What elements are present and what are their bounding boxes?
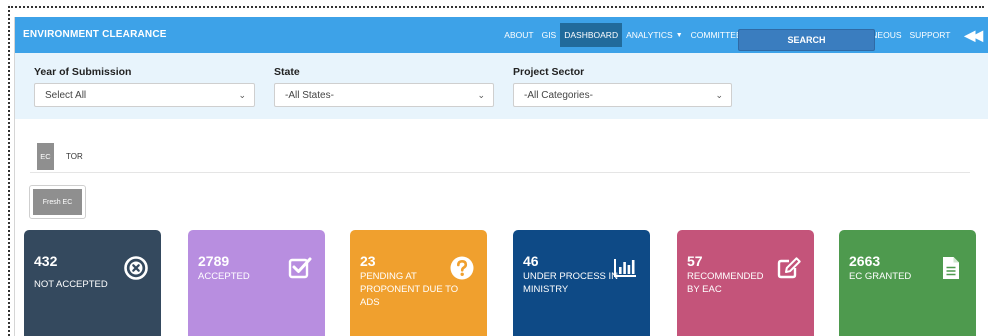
nav-dashboard[interactable]: DASHBOARD: [560, 23, 623, 47]
nav-analytics[interactable]: ANALYTICS ▼: [622, 23, 687, 47]
sector-select[interactable]: -All Categories- ⌄: [513, 83, 732, 107]
chevron-down-icon: ⌄: [238, 90, 246, 100]
nav-analytics-label: ANALYTICS: [626, 30, 673, 40]
brand-title[interactable]: ENVIRONMENT CLEARANCE: [23, 29, 167, 40]
nav-gis[interactable]: GIS: [538, 23, 561, 47]
search-button[interactable]: SEARCH: [738, 29, 875, 51]
sector-label: Project Sector: [513, 66, 585, 78]
card-label: EC GRANTED: [849, 271, 912, 282]
filter-panel: Year of Submission Select All ⌄ State -A…: [15, 53, 988, 119]
edit-icon: [777, 257, 801, 279]
document-icon: [943, 257, 959, 279]
fresh-ec-button[interactable]: Fresh EC: [33, 189, 82, 215]
question-circle-icon: [450, 256, 474, 280]
nav-about[interactable]: ABOUT: [500, 23, 537, 47]
card-label: PENDING AT PROPONENT DUE TO ADS: [360, 271, 459, 308]
card-accepted[interactable]: 2789 ACCEPTED: [188, 230, 325, 336]
state-select-value: -All States-: [285, 90, 334, 101]
tab-divider: [30, 172, 970, 173]
chevron-down-icon: ⌄: [477, 90, 485, 100]
caret-down-icon: ▼: [675, 31, 683, 39]
chevron-down-icon: ⌄: [715, 90, 723, 100]
tab-tor[interactable]: TOR: [66, 152, 83, 161]
tab-ec[interactable]: EC: [37, 143, 54, 170]
state-select[interactable]: -All States- ⌄: [274, 83, 494, 107]
state-label: State: [274, 66, 300, 78]
year-select[interactable]: Select All ⌄: [34, 83, 255, 107]
check-square-icon: [288, 257, 312, 279]
nav-committee[interactable]: COMMITTEE: [687, 23, 746, 47]
collapse-back-icon[interactable]: ◀◀: [964, 27, 982, 44]
nav-support[interactable]: SUPPORT: [906, 23, 955, 47]
card-pending-ads[interactable]: 23 PENDING AT PROPONENT DUE TO ADS: [350, 230, 487, 336]
fresh-ec-group: Fresh EC: [29, 185, 86, 219]
card-label: NOT ACCEPTED: [34, 279, 108, 290]
card-not-accepted[interactable]: 432 NOT ACCEPTED: [24, 230, 161, 336]
card-label: RECOMMENDED BY EAC: [687, 271, 764, 295]
card-label: UNDER PROCESS IN MINISTRY: [523, 271, 619, 295]
sector-select-value: -All Categories-: [524, 90, 593, 101]
card-label: ACCEPTED: [198, 271, 250, 282]
times-circle-icon: [124, 256, 148, 280]
card-under-process[interactable]: 46 UNDER PROCESS IN MINISTRY: [513, 230, 650, 336]
year-select-value: Select All: [45, 90, 87, 101]
card-recommended-eac[interactable]: 57 RECOMMENDED BY EAC: [677, 230, 814, 336]
card-ec-granted[interactable]: 2663 EC GRANTED: [839, 230, 976, 336]
year-label: Year of Submission: [34, 66, 132, 78]
bar-chart-icon: [614, 259, 636, 277]
